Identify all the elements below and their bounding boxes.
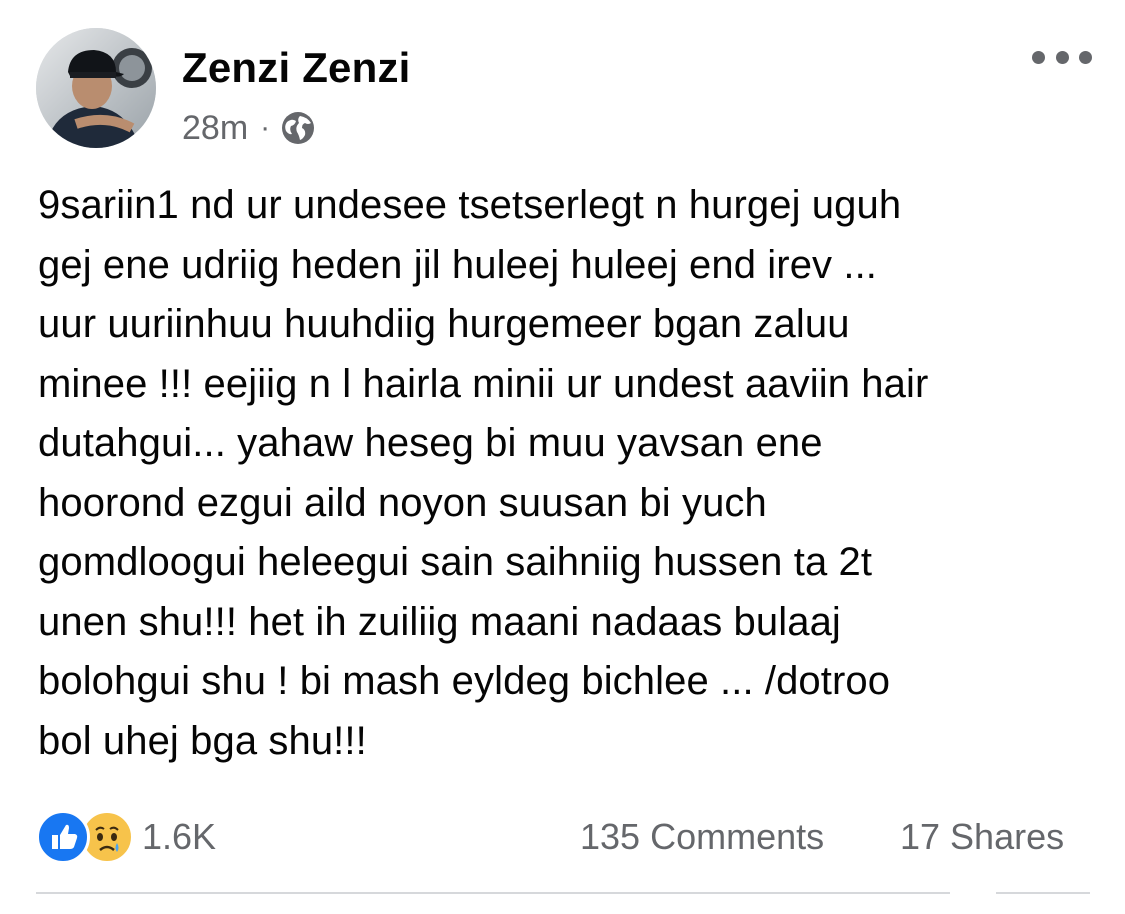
reaction-count: 1.6K bbox=[142, 816, 217, 857]
profile-photo-icon bbox=[36, 28, 156, 148]
more-options-button[interactable] bbox=[1032, 42, 1092, 72]
more-horizontal-icon-dot bbox=[1055, 50, 1069, 64]
author-name[interactable]: Zenzi Zenzi bbox=[182, 44, 411, 92]
post-body-text: 9sariin1 nd ur undesee tsetserlegt n hur… bbox=[38, 183, 929, 763]
facebook-post: Zenzi Zenzi 28m · 9sariin1 nd ur undesee… bbox=[0, 0, 1125, 914]
globe-icon bbox=[280, 110, 316, 146]
post-footer: 1.6K 135 Comments 17 Shares bbox=[36, 808, 1090, 866]
author-avatar[interactable] bbox=[36, 28, 156, 148]
post-meta: 28m · bbox=[182, 106, 316, 150]
like-icon bbox=[36, 810, 90, 864]
more-horizontal-icon-dot bbox=[1032, 50, 1045, 64]
post-header: Zenzi Zenzi 28m · bbox=[36, 28, 1096, 148]
meta-separator: · bbox=[260, 111, 271, 144]
post-time[interactable]: 28m bbox=[182, 109, 248, 148]
reactions-summary[interactable]: 1.6K bbox=[36, 810, 217, 864]
comments-count-link[interactable]: 135 Comments bbox=[580, 816, 824, 858]
footer-divider bbox=[36, 892, 950, 894]
footer-divider bbox=[996, 892, 1090, 894]
shares-count-link[interactable]: 17 Shares bbox=[900, 816, 1064, 858]
more-horizontal-icon-dot bbox=[1079, 50, 1092, 64]
